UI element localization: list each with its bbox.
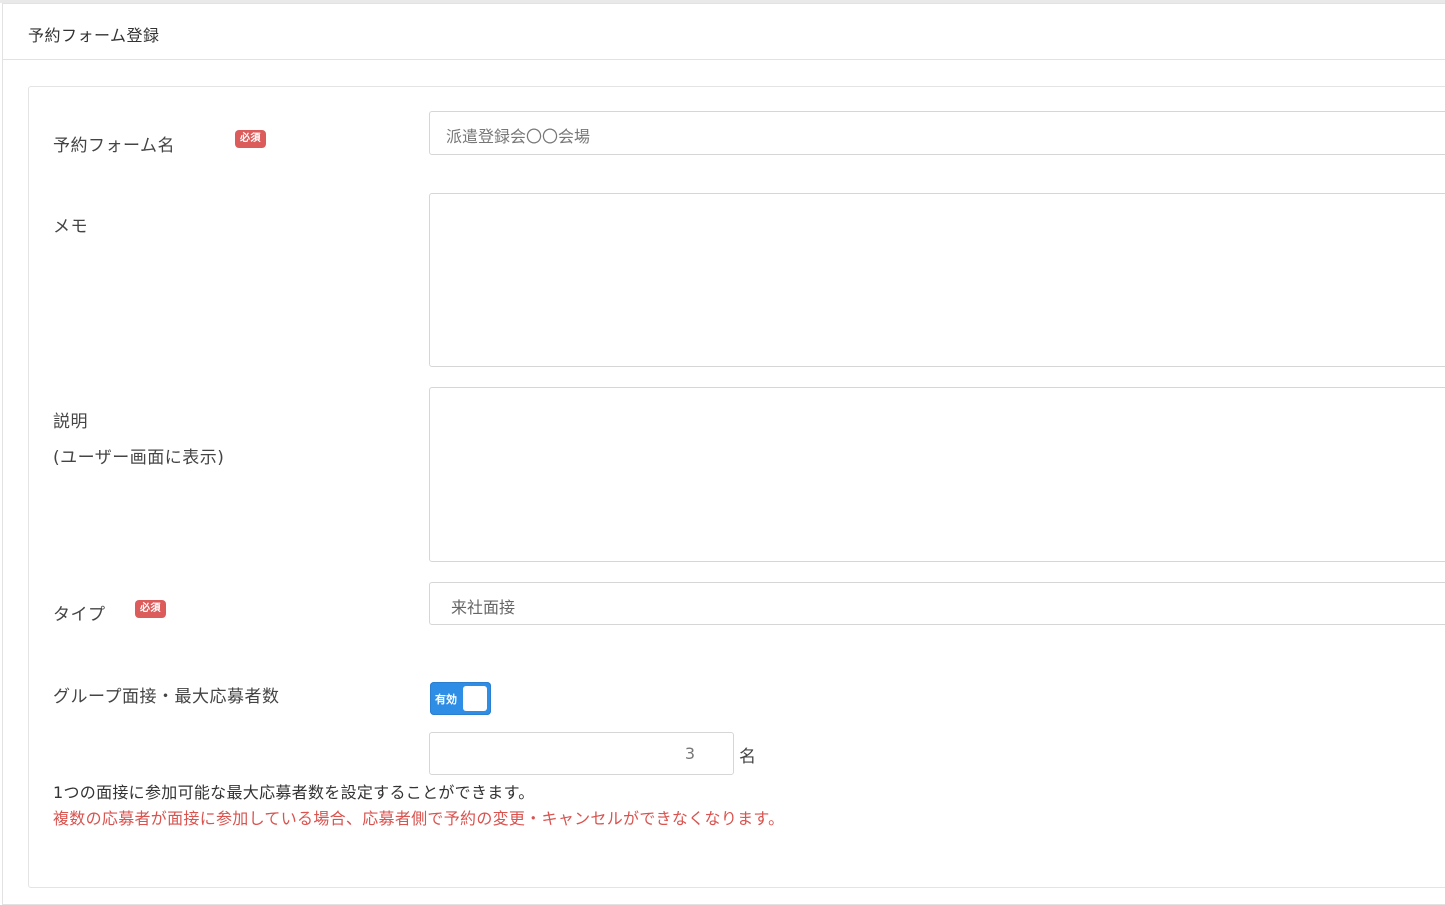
type-label: タイプ <box>53 605 106 625</box>
group-interview-toggle[interactable]: 有効 <box>430 682 491 715</box>
form-name-placeholder: 派遣登録会〇〇会場 <box>446 127 591 146</box>
form-name-label: 予約フォーム名 <box>53 136 175 156</box>
page-title: 予約フォーム登録 <box>28 26 160 45</box>
type-select[interactable]: 来社面接 <box>429 582 1445 625</box>
description-label: 説明 <box>53 412 88 432</box>
max-applicants-unit: 名 <box>739 747 757 767</box>
toggle-knob <box>463 686 487 711</box>
card-header: 予約フォーム登録 <box>3 4 1445 60</box>
group-interview-label: グループ面接・最大応募者数 <box>53 687 280 707</box>
required-badge: 必須 <box>135 600 166 618</box>
type-selected-value: 来社面接 <box>451 598 516 617</box>
memo-label: メモ <box>53 217 88 237</box>
toggle-label: 有効 <box>435 693 457 706</box>
help-text: 1つの面接に参加可能な最大応募者数を設定することができます。 <box>53 783 535 802</box>
form-name-input[interactable]: 派遣登録会〇〇会場 <box>429 111 1445 155</box>
max-applicants-input[interactable]: 3 <box>429 732 734 775</box>
description-textarea[interactable] <box>429 387 1445 562</box>
max-applicants-value: 3 <box>684 744 695 763</box>
description-sublabel: (ユーザー画面に表示) <box>53 448 225 468</box>
warning-text: 複数の応募者が面接に参加している場合、応募者側で予約の変更・キャンセルができなく… <box>53 809 785 828</box>
memo-textarea[interactable] <box>429 193 1445 367</box>
required-badge: 必須 <box>235 130 266 148</box>
